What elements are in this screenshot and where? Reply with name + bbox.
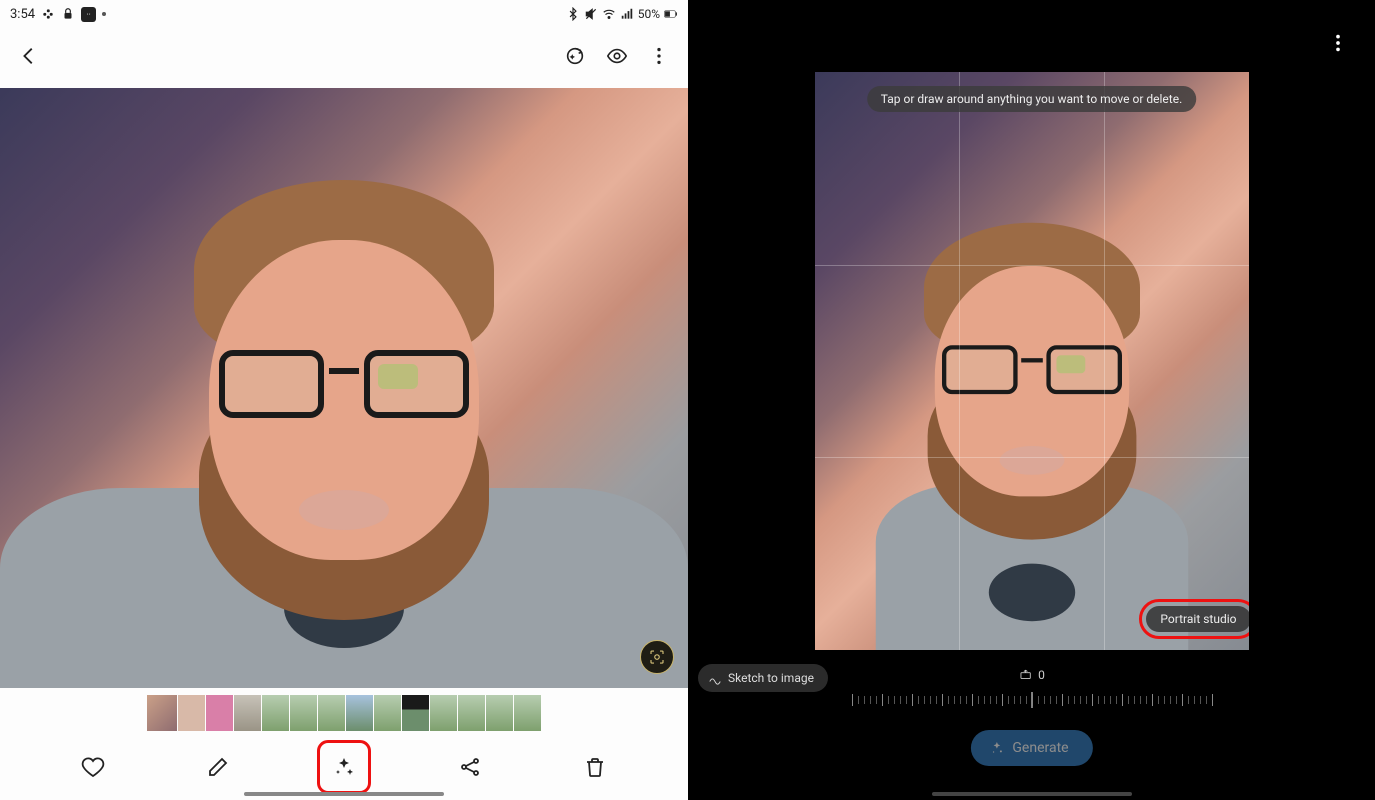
battery-icon <box>664 7 678 21</box>
visibility-icon[interactable] <box>606 45 628 71</box>
lock-icon <box>61 7 75 21</box>
thumbnail[interactable] <box>147 695 177 731</box>
grid-line <box>815 457 1249 458</box>
mute-icon <box>584 7 598 21</box>
thumbnail[interactable] <box>514 695 541 731</box>
editor-more-button[interactable] <box>1323 28 1353 58</box>
bluetooth-icon <box>566 7 580 21</box>
battery-pct: 50% <box>638 7 660 21</box>
back-button[interactable] <box>18 45 40 71</box>
edit-button[interactable] <box>194 743 242 791</box>
ai-edit-button[interactable] <box>320 743 368 791</box>
signal-icon <box>620 7 634 21</box>
thumbnail[interactable] <box>430 695 457 731</box>
sketch-to-image-button[interactable]: Sketch to image <box>698 664 828 692</box>
portrait-placeholder <box>902 179 1161 496</box>
status-bar-left: 3:54 ·· <box>10 7 106 22</box>
home-indicator[interactable] <box>244 792 444 796</box>
thumbnail[interactable] <box>402 695 429 731</box>
portrait-studio-button[interactable]: Portrait studio <box>1146 606 1248 632</box>
thumbnail[interactable] <box>346 695 373 731</box>
photo-viewport[interactable] <box>0 88 688 688</box>
notification-dot-icon <box>102 12 106 16</box>
generate-button[interactable]: Generate <box>970 730 1092 766</box>
thumbnail[interactable] <box>374 695 401 731</box>
home-indicator[interactable] <box>932 792 1132 796</box>
gallery-viewer-panel: 3:54 ·· 50% <box>0 0 688 800</box>
portrait-placeholder <box>164 120 524 560</box>
rotation-readout: 0 <box>1018 668 1045 682</box>
thumbnail[interactable] <box>290 695 317 731</box>
favorite-button[interactable] <box>69 743 117 791</box>
grid-line <box>1104 72 1105 650</box>
thumbnail-strip[interactable] <box>0 688 688 734</box>
remaster-icon[interactable] <box>564 45 586 71</box>
thumbnail[interactable] <box>178 695 205 731</box>
rotation-value: 0 <box>1038 668 1045 682</box>
thumbnail[interactable] <box>262 695 289 731</box>
thumbnail[interactable] <box>486 695 513 731</box>
viewer-top-bar <box>0 28 688 88</box>
ai-editor-panel: Tap or draw around anything you want to … <box>688 0 1375 800</box>
thumbnail[interactable] <box>206 695 233 731</box>
edit-canvas[interactable]: Tap or draw around anything you want to … <box>815 72 1249 650</box>
sketch-to-image-label: Sketch to image <box>728 671 814 685</box>
bixby-vision-button[interactable] <box>640 640 674 674</box>
viewer-top-actions <box>564 45 670 71</box>
generate-label: Generate <box>1012 740 1068 756</box>
status-bar: 3:54 ·· 50% <box>0 0 688 28</box>
thumbnail[interactable] <box>458 695 485 731</box>
slack-icon <box>41 7 55 21</box>
status-bar-right: 50% <box>566 7 678 21</box>
rotation-ruler[interactable] <box>852 692 1212 710</box>
more-icon[interactable] <box>648 45 670 71</box>
grid-line <box>959 72 960 650</box>
grid-line <box>815 265 1249 266</box>
thumbnail[interactable] <box>318 695 345 731</box>
clock: 3:54 <box>10 7 35 22</box>
delete-button[interactable] <box>571 743 619 791</box>
viewer-bottom-bar <box>0 734 688 800</box>
wifi-icon <box>602 7 616 21</box>
thumbnail[interactable] <box>234 695 261 731</box>
hint-tooltip: Tap or draw around anything you want to … <box>867 86 1197 112</box>
share-button[interactable] <box>446 743 494 791</box>
app-badge-icon: ·· <box>81 7 96 22</box>
